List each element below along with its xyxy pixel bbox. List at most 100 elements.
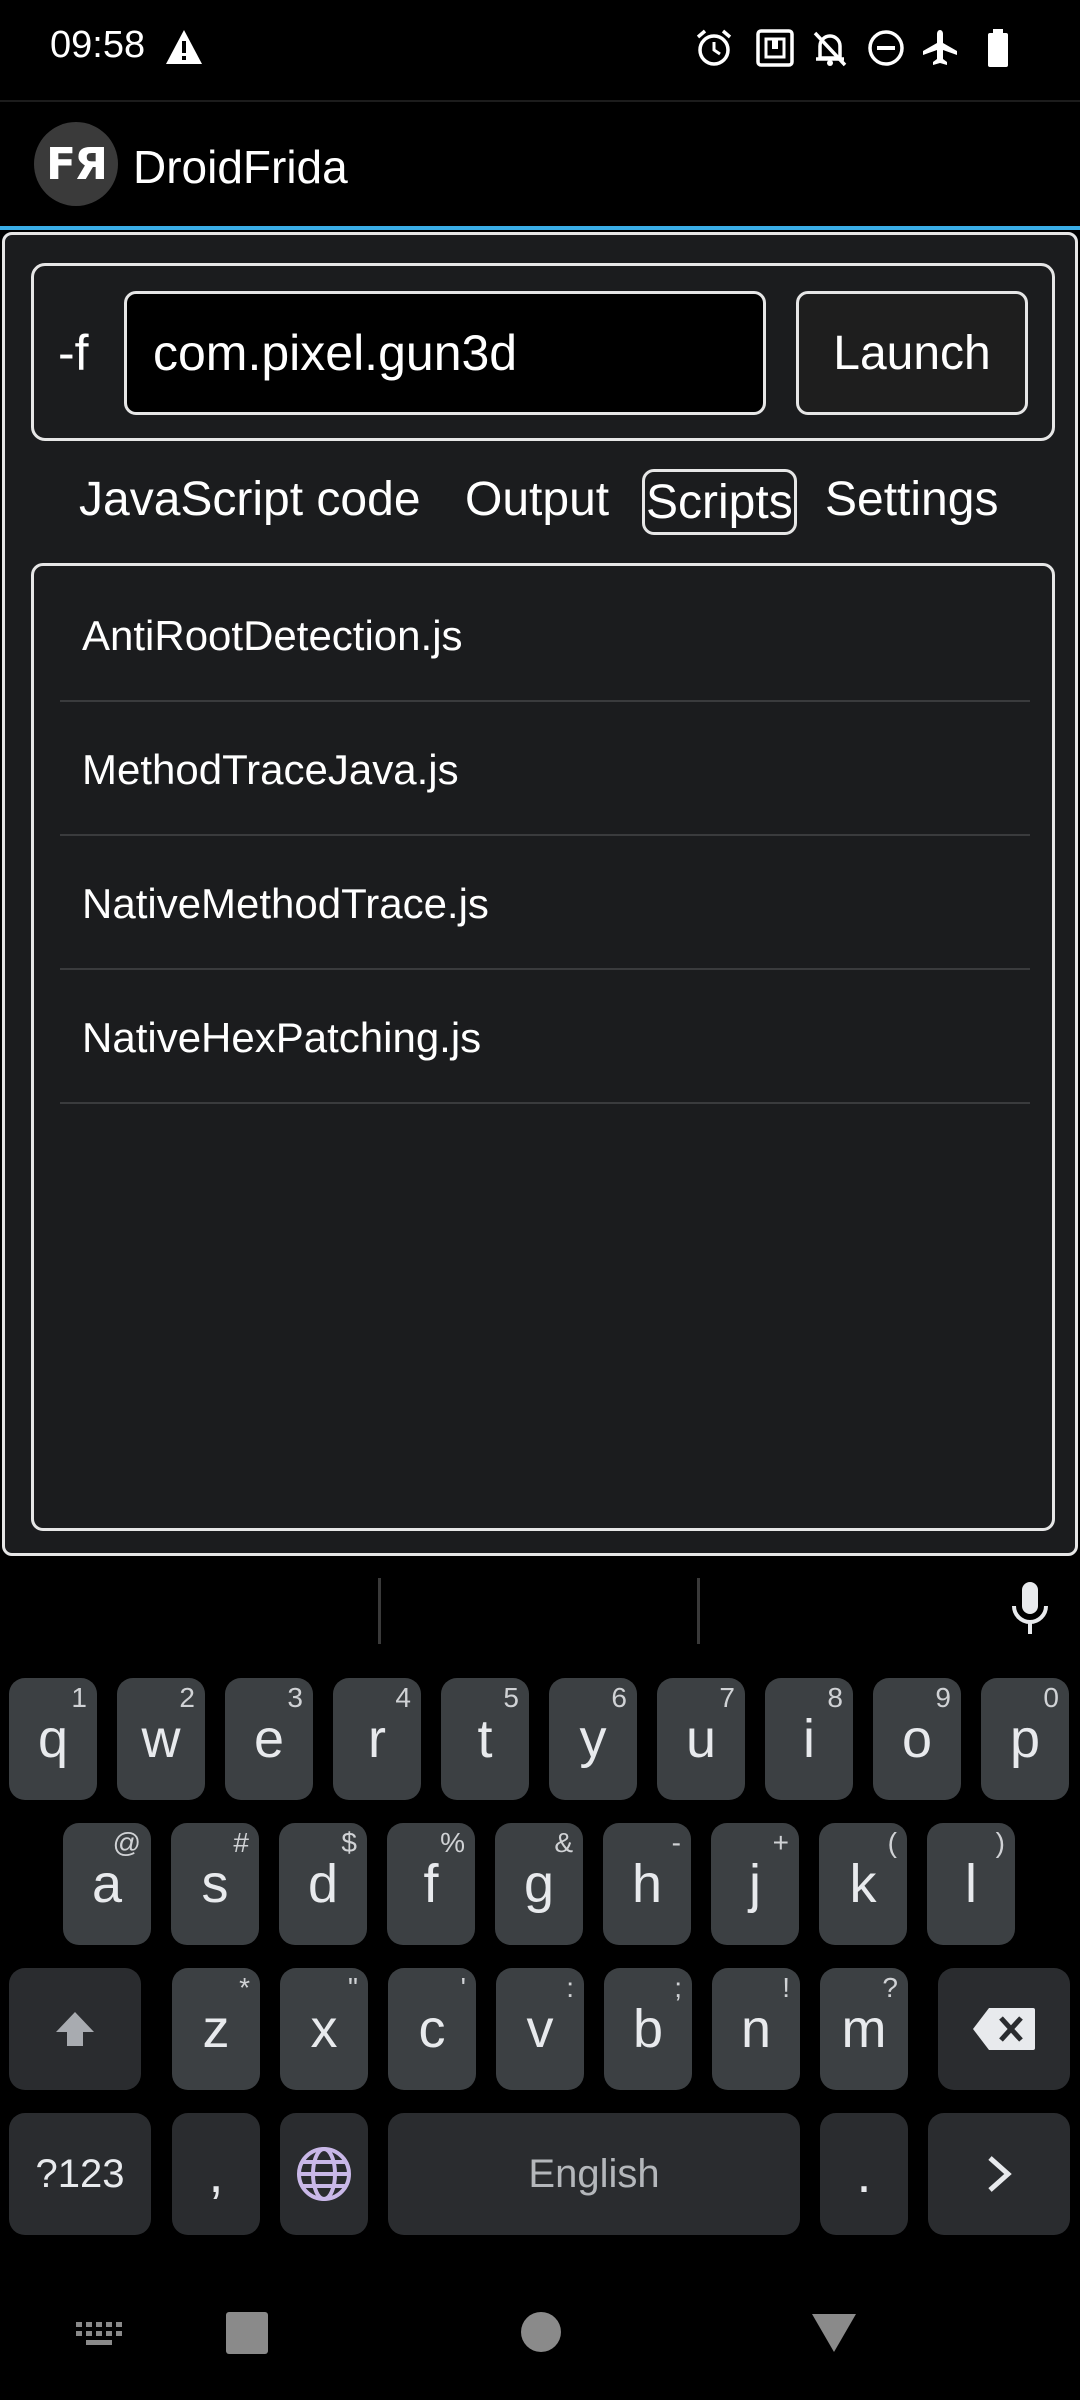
key-g[interactable]: g & xyxy=(495,1823,583,1945)
suggestion-divider xyxy=(378,1578,381,1644)
key-t[interactable]: t5 xyxy=(441,1678,529,1800)
main-panel: -f Launch JavaScript code Output Scripts… xyxy=(2,232,1078,1556)
symbols-key[interactable]: ?123 xyxy=(9,2113,151,2235)
key-hint: 5 xyxy=(503,1682,519,1713)
keyboard: ?123 , English . q 1 w 2 e 3 r 4 t 5 y 6 u 7 i 8 o 9 p 0 a @ s… xyxy=(0,1558,1080,2256)
key-o[interactable]: o9 xyxy=(873,1678,961,1800)
key-u[interactable]: u7 xyxy=(657,1678,745,1800)
globe-icon xyxy=(297,2147,351,2201)
script-item-anti-root-detection[interactable]: AntiRootDetection.js xyxy=(60,568,1030,702)
script-item-native-hex-patching[interactable]: NativeHexPatching.js xyxy=(60,970,1030,1104)
key-label: e xyxy=(253,1709,285,1769)
key-label: b xyxy=(632,1999,664,2059)
key-label: x xyxy=(310,1999,338,2059)
key-r[interactable]: r4 xyxy=(333,1678,421,1800)
key-j[interactable]: j + xyxy=(711,1823,799,1945)
key-l[interactable]: l) xyxy=(927,1823,1015,1945)
notifications-off-icon xyxy=(813,31,847,67)
key-label: w xyxy=(141,1709,181,1769)
key-label: n xyxy=(740,1999,772,2059)
tab-scripts[interactable]: Scripts xyxy=(642,469,797,535)
do-not-disturb-icon xyxy=(868,30,904,66)
key-hint: 9 xyxy=(935,1682,951,1713)
key-z[interactable]: z * xyxy=(172,1968,260,2090)
comma-key-label: , xyxy=(208,2144,224,2204)
shift-key[interactable] xyxy=(9,1968,141,2090)
back-icon[interactable] xyxy=(810,2312,858,2354)
key-label: k xyxy=(849,1854,877,1914)
key-hint: # xyxy=(233,1827,249,1858)
key-m[interactable]: m? xyxy=(820,1968,908,2090)
spawn-flag-label: -f xyxy=(58,325,89,381)
key-hint: ' xyxy=(460,1972,466,2003)
key-p[interactable]: p0 xyxy=(981,1678,1069,1800)
key-hint: 4 xyxy=(395,1682,411,1713)
key-label: i xyxy=(803,1709,815,1769)
key-c[interactable]: c ' xyxy=(388,1968,476,2090)
key-label: p xyxy=(1009,1709,1041,1769)
key-label: z xyxy=(202,1999,230,2059)
key-hint: 3 xyxy=(287,1682,303,1713)
script-item-native-method-trace[interactable]: NativeMethodTrace.js xyxy=(60,836,1030,970)
key-hint: ! xyxy=(782,1972,790,2003)
key-label: v xyxy=(526,1999,554,2059)
script-item-method-trace-java[interactable]: MethodTraceJava.js xyxy=(60,702,1030,836)
key-s[interactable]: s # xyxy=(171,1823,259,1945)
nfc-icon xyxy=(756,29,794,67)
script-item-label: AntiRootDetection.js xyxy=(82,612,463,659)
key-label: c xyxy=(418,1999,446,2059)
key-hint: - xyxy=(671,1827,681,1858)
recents-icon[interactable] xyxy=(226,2312,268,2354)
space-key[interactable]: English xyxy=(388,2113,800,2235)
launch-button[interactable]: Launch xyxy=(796,291,1028,415)
period-key-label: . xyxy=(856,2144,872,2204)
chevron-right-icon xyxy=(988,2156,1012,2192)
key-q[interactable]: q1 xyxy=(9,1678,97,1800)
key-b[interactable]: b; xyxy=(604,1968,692,2090)
scripts-list: AntiRootDetection.js MethodTraceJava.js … xyxy=(31,563,1055,1531)
key-f[interactable]: f% xyxy=(387,1823,475,1945)
tab-javascript-code[interactable]: JavaScript code xyxy=(77,469,423,535)
key-hint: ? xyxy=(882,1972,898,2003)
key-hint: 0 xyxy=(1043,1682,1059,1713)
key-label: u xyxy=(685,1709,717,1769)
key-d[interactable]: d $ xyxy=(279,1823,367,1945)
period-key[interactable]: . xyxy=(820,2113,908,2235)
key-i[interactable]: i8 xyxy=(765,1678,853,1800)
key-hint: % xyxy=(440,1827,465,1858)
key-label: o xyxy=(901,1709,933,1769)
tab-settings[interactable]: Settings xyxy=(823,469,1000,535)
tab-output[interactable]: Output xyxy=(463,469,611,535)
key-hint: & xyxy=(554,1827,573,1858)
key-v[interactable]: v: xyxy=(496,1968,584,2090)
key-y[interactable]: y6 xyxy=(549,1678,637,1800)
airplane-mode-icon xyxy=(923,30,957,65)
key-hint: " xyxy=(348,1972,358,2003)
language-key[interactable] xyxy=(280,2113,368,2235)
key-k[interactable]: k( xyxy=(819,1823,907,1945)
home-icon[interactable] xyxy=(521,2312,561,2352)
key-hint: $ xyxy=(341,1827,357,1858)
app-bar-divider xyxy=(0,226,1080,230)
package-name-input[interactable] xyxy=(124,291,766,415)
key-e[interactable]: e3 xyxy=(225,1678,313,1800)
backspace-key[interactable] xyxy=(938,1968,1070,2090)
key-h[interactable]: h- xyxy=(603,1823,691,1945)
warning-icon xyxy=(166,30,202,64)
key-hint: ) xyxy=(995,1827,1005,1858)
key-a[interactable]: a @ xyxy=(63,1823,151,1945)
key-n[interactable]: n! xyxy=(712,1968,800,2090)
keyboard-hide-icon[interactable] xyxy=(76,2322,122,2348)
key-hint: ( xyxy=(887,1827,897,1858)
key-label: a xyxy=(91,1854,123,1914)
key-x[interactable]: x " xyxy=(280,1968,368,2090)
battery-icon xyxy=(988,29,1008,67)
key-label: s xyxy=(201,1854,229,1914)
microphone-icon[interactable] xyxy=(1008,1580,1052,1636)
key-hint: @ xyxy=(112,1827,141,1858)
key-hint: : xyxy=(566,1972,574,2003)
key-w[interactable]: w2 xyxy=(117,1678,205,1800)
next-key[interactable] xyxy=(928,2113,1070,2235)
comma-key[interactable]: , xyxy=(172,2113,260,2235)
launch-panel: -f Launch xyxy=(31,263,1055,441)
